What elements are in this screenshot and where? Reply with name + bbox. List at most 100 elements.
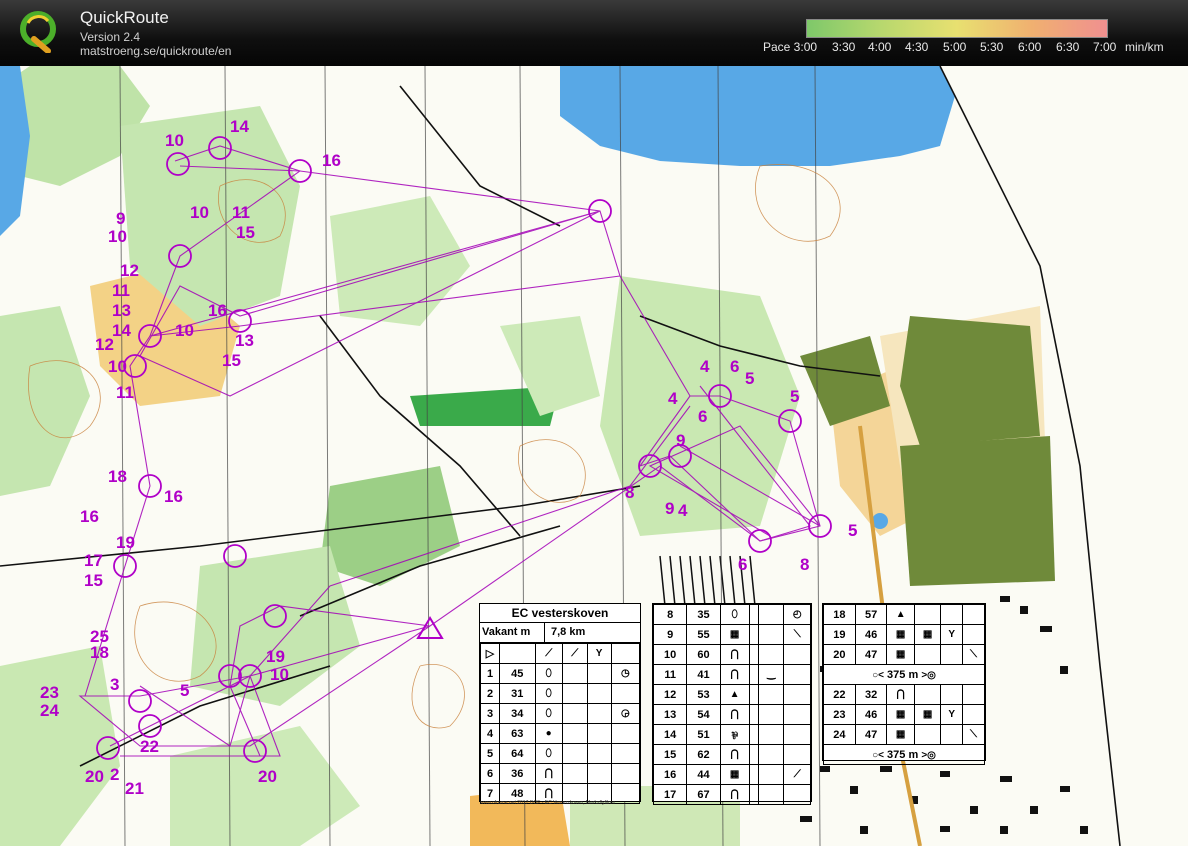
course-length: 7,8 km [551, 626, 586, 638]
control-label: 5 [180, 681, 189, 700]
control-label: 13 [235, 331, 254, 350]
marked-route-distance: 375 m [887, 748, 919, 761]
control-label: 12 [95, 335, 114, 354]
ctrl-code: 64 [499, 743, 536, 764]
ctrl-code: 53 [686, 684, 721, 705]
ctrl-num: 23 [823, 704, 856, 725]
control-label: 9 [116, 209, 125, 228]
ctrl-code: 46 [854, 704, 888, 725]
ctrl-num: 19 [823, 624, 856, 645]
ctrl-num: 16 [652, 764, 688, 785]
control-label: 14 [112, 321, 131, 340]
pace-label: 4:30 [905, 40, 929, 54]
ctrl-num: 11 [652, 664, 688, 685]
ctrl-code: 47 [854, 644, 888, 665]
ctrl-code: 46 [854, 624, 888, 645]
ctrl-num: 13 [652, 704, 688, 725]
pace-label: 4:00 [868, 40, 892, 54]
control-label: 19 [116, 533, 135, 552]
control-label: 15 [84, 571, 103, 590]
ctrl-num: 12 [652, 684, 688, 705]
ctrl-num: 1 [480, 663, 500, 684]
ctrl-code: 36 [499, 763, 536, 784]
control-label: 16 [322, 151, 341, 170]
ctrl-num: 4 [480, 723, 500, 744]
control-label: 3 [110, 675, 119, 694]
pace-label: 6:00 [1018, 40, 1042, 54]
control-label: 11 [112, 281, 130, 300]
ctrl-num: 17 [652, 784, 688, 805]
quickroute-logo-icon [20, 11, 56, 53]
pace-label: min/km [1125, 40, 1164, 54]
control-label: 6 [738, 555, 747, 574]
ctrl-code: 31 [499, 683, 536, 704]
control-label: 17 [84, 551, 103, 570]
course-class: Vakant m [480, 623, 545, 642]
control-label: 22 [140, 737, 159, 756]
ctrl-num: 18 [823, 604, 856, 625]
ctrl-num: 9 [652, 624, 688, 645]
control-label: 11 [116, 383, 134, 402]
pace-label: 7:00 [1093, 40, 1117, 54]
ctrl-num: 2 [480, 683, 500, 704]
pace-label: 5:00 [943, 40, 967, 54]
ctrl-num: 6 [480, 763, 500, 784]
control-label: 2 [110, 765, 119, 784]
control-descriptions-part-3: 18 57 ▲ 19 46 ▦ ▦ Y 20 47 ▦ ⟍ ○< 375 m >◎ 22 32 ⋂ 2… [822, 603, 986, 765]
app-url: matstroeng.se/quickroute/en [80, 44, 232, 58]
control-label: 15 [236, 223, 255, 242]
control-label: 9 [665, 499, 674, 518]
control-label: 5 [790, 387, 799, 406]
ctrl-code: 34 [499, 703, 536, 724]
ctrl-code: 67 [686, 784, 721, 805]
control-label: 8 [625, 483, 634, 502]
control-label: 14 [230, 117, 249, 136]
ctrl-code: 32 [854, 684, 888, 705]
ctrl-code: 54 [686, 704, 721, 725]
control-label: 10 [108, 227, 127, 246]
app-header: QuickRoute Version 2.4 matstroeng.se/qui… [0, 0, 1188, 66]
pace-label: 5:30 [980, 40, 1004, 54]
control-label: 5 [745, 369, 754, 388]
control-label: 11 [232, 203, 250, 222]
control-label: 20 [85, 767, 104, 786]
pace-color-scale [806, 19, 1108, 38]
control-label: 5 [848, 521, 857, 540]
control-label: 10 [270, 665, 289, 684]
control-label: 6 [730, 357, 739, 376]
control-label: 16 [80, 507, 99, 526]
ctrl-num: 10 [652, 644, 688, 665]
pace-label: 3:30 [832, 40, 856, 54]
control-descriptions-part-1: EC vesterskoven Vakant m 7,8 km ▷ ⟋ ⟋ Y 1 45… [479, 603, 641, 804]
control-label: 10 [175, 321, 194, 340]
app-version: Version 2.4 [80, 30, 141, 44]
control-label: 24 [40, 701, 59, 720]
control-label: 18 [108, 467, 127, 486]
control-label: 8 [800, 555, 809, 574]
pace-label: Pace 3:00 [763, 40, 818, 54]
control-label: 20 [258, 767, 277, 786]
ctrl-code: 57 [854, 604, 888, 625]
control-label: 9 [676, 431, 685, 450]
ctrl-code: 60 [686, 644, 721, 665]
control-label: 10 [190, 203, 209, 222]
control-label: 10 [108, 357, 127, 376]
control-label: 23 [40, 683, 59, 702]
ctrl-num: 5 [480, 743, 500, 764]
control-label: 18 [90, 643, 109, 662]
pace-label: 6:30 [1056, 40, 1080, 54]
control-descriptions-part-2: 8 35 ⬯ ◴ 9 55 ▦ ⟍ 10 60 ⋂ 11 41 ⋂ ‿ 12 53 ▲ 13 54 ⋂ 14 5… [652, 603, 812, 805]
ctrl-code: 41 [686, 664, 721, 685]
marked-route-distance: 375 m [887, 668, 919, 681]
control-label: 13 [112, 301, 131, 320]
control-label: 15 [222, 351, 241, 370]
ctrl-code: 51 [686, 724, 721, 745]
ctrl-code: 62 [686, 744, 721, 765]
ctrl-code: 44 [686, 764, 721, 785]
course-title: EC vesterskoven [480, 604, 640, 623]
control-label: 6 [698, 407, 707, 426]
control-label: 21 [125, 779, 144, 798]
ctrl-code: 45 [499, 663, 536, 684]
ctrl-code: 55 [686, 624, 721, 645]
start-row-icon: ▷ [480, 643, 500, 664]
